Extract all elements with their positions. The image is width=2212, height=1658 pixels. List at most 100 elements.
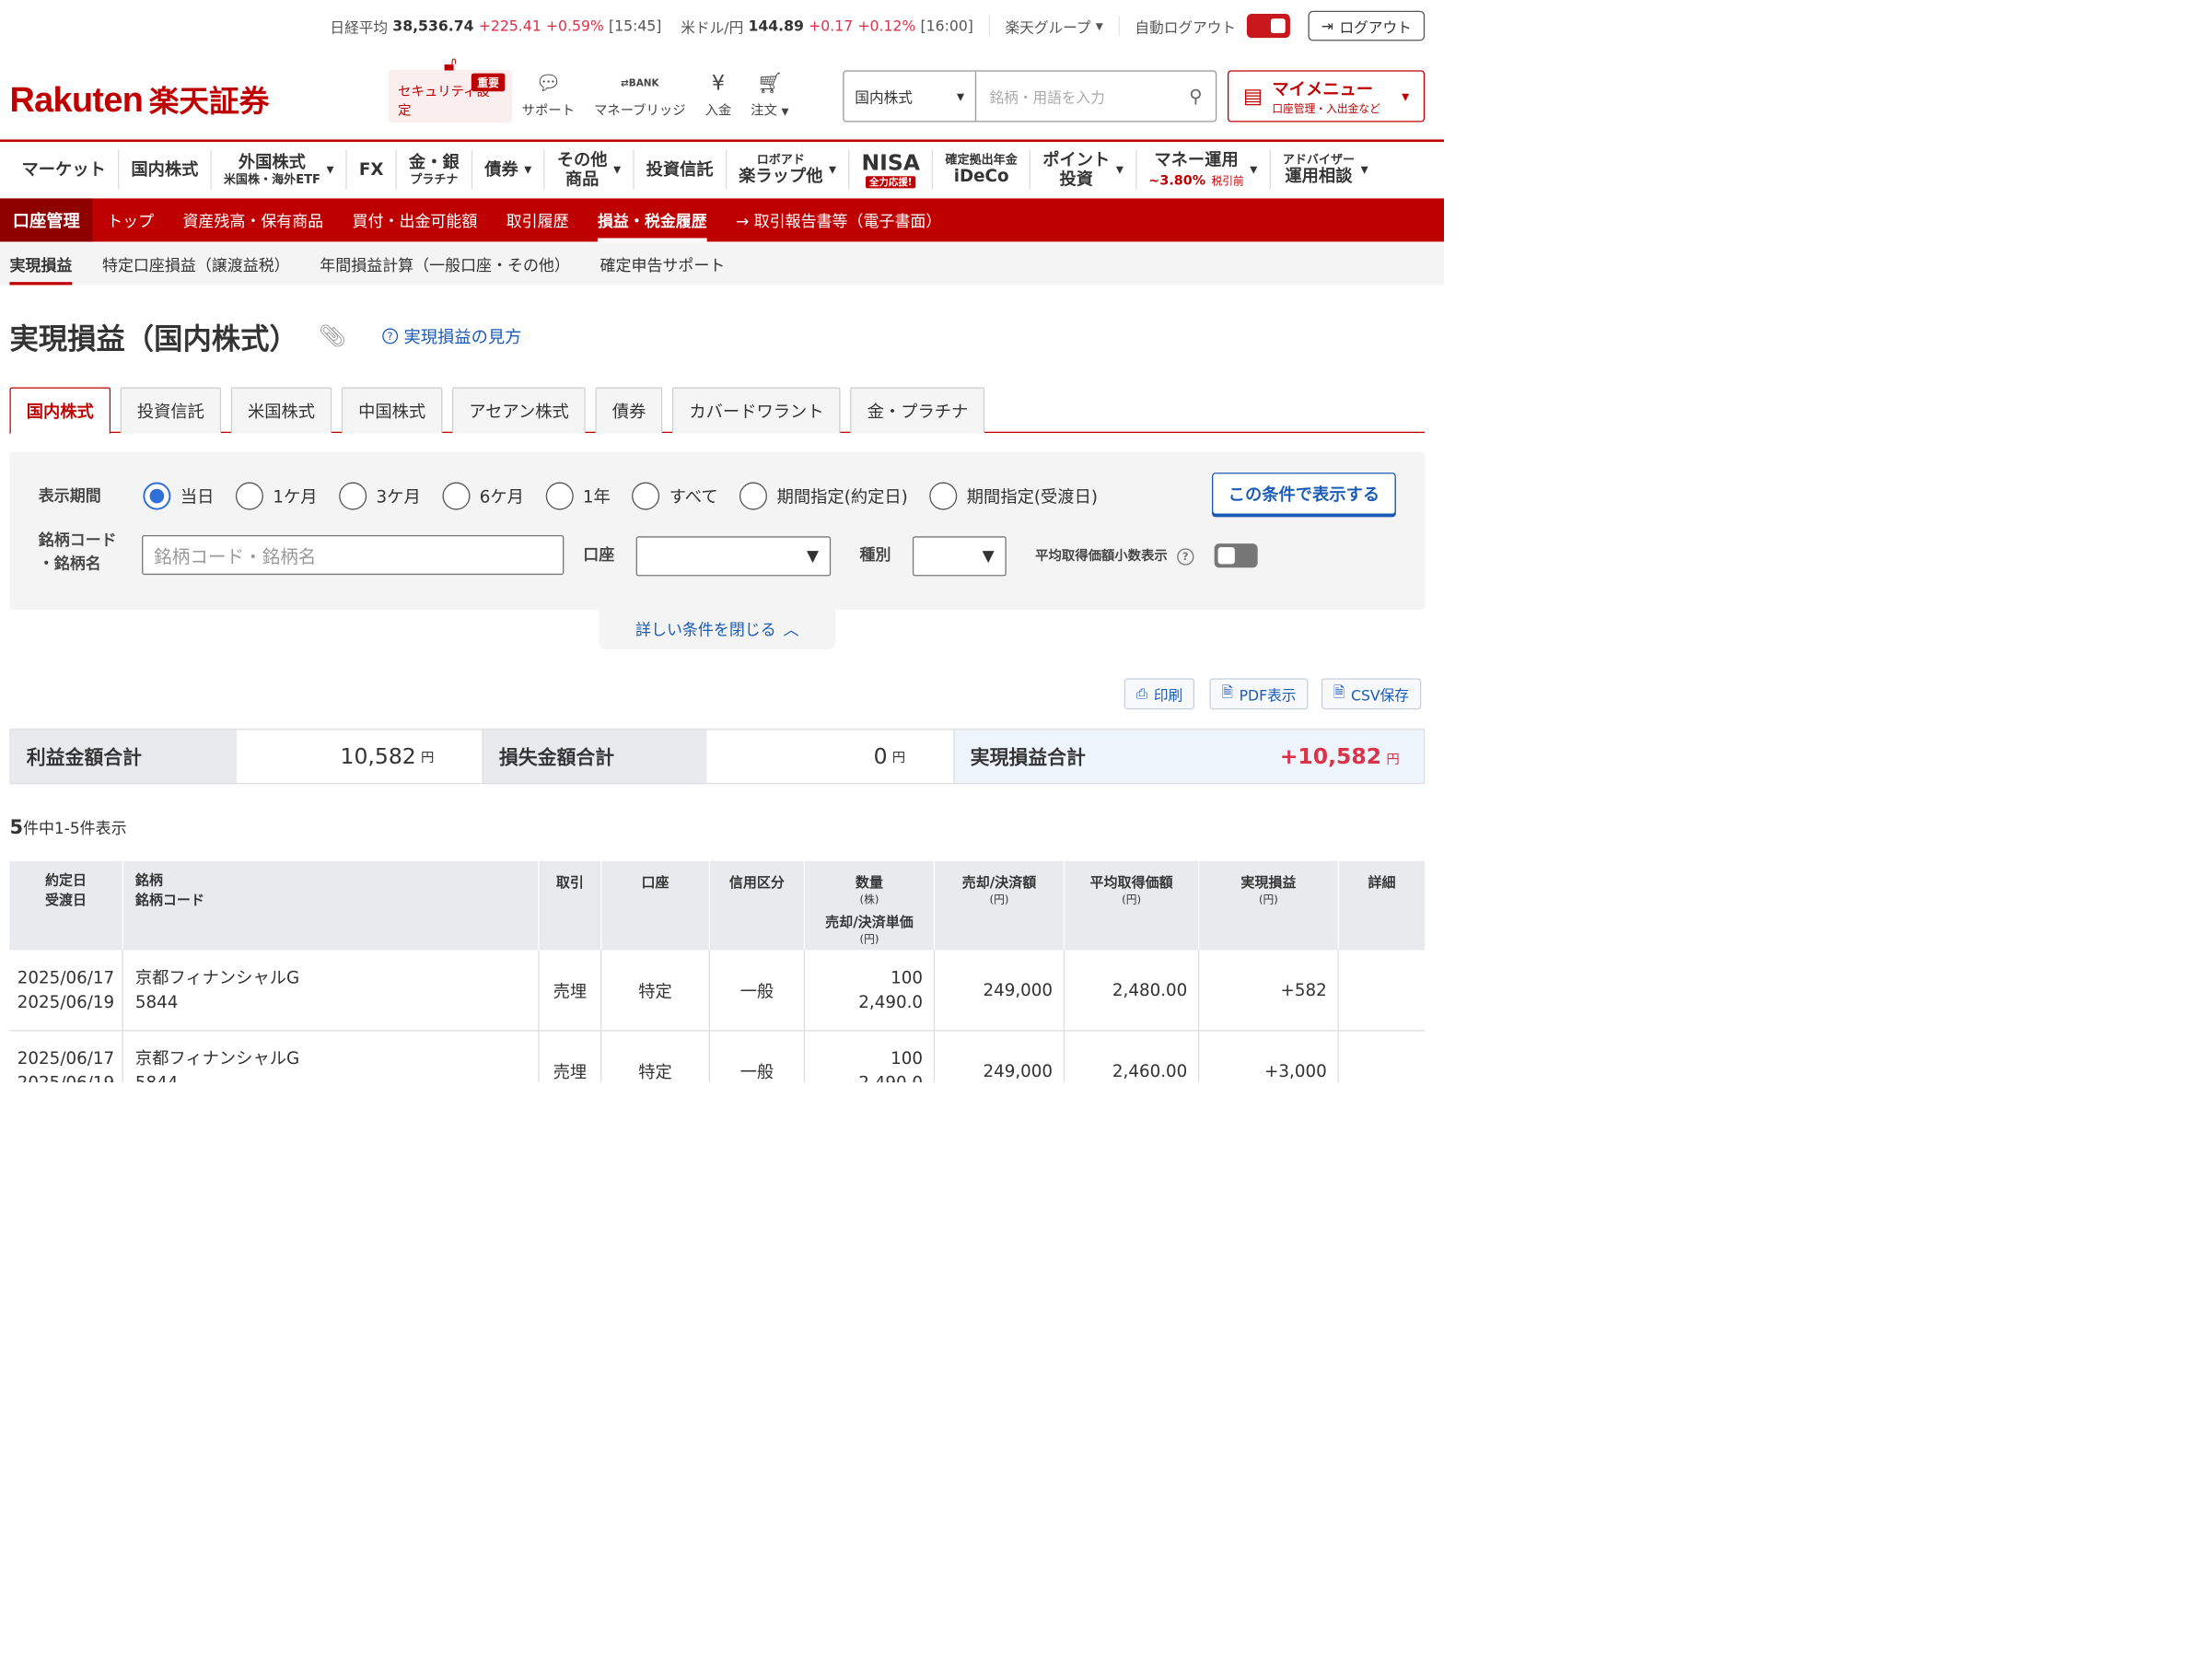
- stock-name[interactable]: 京都フィナンシャルG: [135, 967, 299, 987]
- stock-name[interactable]: 京都フィナンシャルG: [135, 1048, 299, 1068]
- account-nav-history[interactable]: 取引履歴: [492, 198, 583, 241]
- account-nav-buying-power[interactable]: 買付・出金可能額: [338, 198, 492, 241]
- nav-adviser[interactable]: アドバイザー 運用相談 ▼: [1271, 150, 1380, 190]
- nav-fx[interactable]: FX: [347, 149, 397, 190]
- support-label: サポート: [521, 103, 576, 119]
- tab-funds[interactable]: 投資信託: [120, 387, 222, 434]
- help-icon[interactable]: ?: [1176, 548, 1194, 566]
- period-radio-settle-date[interactable]: 期間指定(受渡日): [929, 482, 1098, 510]
- col-pl-label: 実現損益: [1240, 874, 1297, 891]
- period-radio-1y[interactable]: 1年: [545, 482, 611, 510]
- nav-ideco[interactable]: 確定拠出年金 iDeCo: [933, 149, 1031, 190]
- radio-icon: [632, 482, 660, 510]
- loss-total-value: 0: [873, 743, 888, 769]
- caret-down-icon: ▼: [1095, 19, 1103, 32]
- tab-china-stocks[interactable]: 中国株式: [341, 387, 443, 434]
- tab-gold-platinum[interactable]: 金・プラチナ: [850, 387, 985, 434]
- search-placeholder: 銘柄・用語を入力: [989, 88, 1105, 107]
- nav-robo-advisor[interactable]: ロボアド 楽ラップ他 ▼: [727, 149, 850, 190]
- stock-code-input[interactable]: 銘柄コード・銘柄名: [142, 534, 565, 576]
- nav-other-products[interactable]: その他 商品 ▼: [545, 149, 634, 190]
- tab-domestic-stocks[interactable]: 国内株式: [9, 387, 111, 435]
- nav-bonds[interactable]: 債券 ▼: [472, 149, 545, 190]
- nav-point-label: ポイント: [1042, 149, 1111, 169]
- market-select[interactable]: 国内株式 ▼: [844, 71, 977, 122]
- detail-cell: [1337, 950, 1426, 1032]
- amount-cell: 249,000: [933, 950, 1065, 1032]
- col-avg-label: 平均取得価額: [1089, 874, 1173, 891]
- tab-asean-stocks[interactable]: アセアン株式: [451, 387, 587, 434]
- tab-bonds[interactable]: 債券: [595, 387, 663, 434]
- col-trade: 取引: [538, 860, 601, 951]
- sub-tabs: 実現損益 特定口座損益（譲渡益税） 年間損益計算（一般口座・その他） 確定申告サ…: [0, 242, 1445, 286]
- collapse-conditions-button[interactable]: 詳しい条件を閉じる ︿: [599, 607, 836, 650]
- radio-icon: [339, 482, 367, 510]
- caret-down-icon: ▼: [807, 547, 820, 566]
- period-radio-all[interactable]: すべて: [632, 482, 718, 510]
- credit-cell: 一般: [708, 950, 805, 1032]
- caret-down-icon: ▼: [1250, 163, 1258, 175]
- subtab-annual-calc[interactable]: 年間損益計算（一般口座・その他）: [320, 243, 570, 286]
- col-qty-label: 数量: [855, 874, 883, 891]
- radio-icon: [442, 482, 471, 510]
- nav-market[interactable]: マーケット: [9, 149, 120, 190]
- logout-button[interactable]: ⇥ ログアウト: [1308, 10, 1426, 41]
- search-icon[interactable]: ⚲: [1189, 86, 1202, 107]
- period-radio-trade-date[interactable]: 期間指定(約定日): [739, 482, 908, 510]
- nav-point-invest[interactable]: ポイント 投資 ▼: [1030, 149, 1137, 190]
- nav-nisa[interactable]: NISA 全力応援!: [849, 149, 934, 190]
- deposit-button[interactable]: ¥ 入金: [695, 70, 741, 123]
- tab-covered-warrant[interactable]: カバードワラント: [672, 387, 841, 434]
- search-input[interactable]: 銘柄・用語を入力 ⚲: [976, 72, 1216, 122]
- period-label: 表示期間: [38, 486, 101, 506]
- account-nav: 口座管理 トップ 資産残高・保有商品 買付・出金可能額 取引履歴 損益・税金履歴…: [0, 198, 1445, 242]
- account-nav-top[interactable]: トップ: [93, 198, 169, 241]
- nav-foreign-stocks[interactable]: 外国株式 米国株・海外ETF ▼: [212, 149, 347, 190]
- result-count-total: 5: [9, 815, 23, 839]
- period-radio-1m[interactable]: 1ケ月: [235, 482, 318, 510]
- support-button[interactable]: 💬︎ サポート: [512, 70, 584, 123]
- moneybridge-button[interactable]: ⇄BANK マネーブリッジ: [585, 70, 696, 123]
- account-nav-assets[interactable]: 資産残高・保有商品: [169, 198, 338, 241]
- account-nav-pl-tax[interactable]: 損益・税金履歴: [583, 198, 721, 242]
- tab-us-stocks[interactable]: 米国株式: [230, 387, 332, 434]
- nav-money-management[interactable]: マネー運用 ~3.80% 税引前 ▼: [1136, 149, 1271, 190]
- group-dropdown[interactable]: 楽天グループ ▼: [995, 16, 1112, 37]
- avg-cell: 2,460.00: [1063, 1030, 1199, 1083]
- account-nav-label[interactable]: 口座管理: [0, 198, 93, 242]
- nav-gold[interactable]: 金・銀 プラチナ: [397, 149, 473, 190]
- period-radio-today[interactable]: 当日: [143, 482, 214, 510]
- paperclip-icon[interactable]: 📎︎: [319, 323, 346, 349]
- autologout-label: 自動ログアウト: [1135, 18, 1237, 36]
- type-label: 種別: [859, 545, 891, 565]
- stock-code-placeholder: 銘柄コード・銘柄名: [154, 546, 317, 568]
- subtab-realized-pl[interactable]: 実現損益: [9, 243, 73, 286]
- csv-button[interactable]: 🗎︎ CSV保存: [1321, 678, 1422, 710]
- print-button[interactable]: ⎙ 印刷: [1123, 678, 1195, 710]
- type-select[interactable]: ▼: [912, 536, 1007, 577]
- table-row: 2025/06/17 2025/06/19 京都フィナンシャルG 5844 売埋 特…: [9, 950, 1426, 1032]
- account-select[interactable]: ▼: [635, 536, 832, 577]
- subtab-tax-return[interactable]: 確定申告サポート: [600, 243, 726, 286]
- chevron-up-icon: ︿: [783, 621, 799, 639]
- rakuten-logo[interactable]: Rakuten 楽天証券: [9, 77, 269, 121]
- my-menu-button[interactable]: ▤ マイメニュー 口座管理・入出金など ▼: [1228, 70, 1426, 123]
- autologout-toggle[interactable]: [1246, 14, 1290, 39]
- period-radio-3m[interactable]: 3ケ月: [339, 482, 421, 510]
- account-nav-reports[interactable]: → 取引報告書等（電子書面）: [721, 198, 956, 241]
- pdf-button[interactable]: 🗎︎ PDF表示: [1209, 678, 1309, 710]
- nav-bonds-label: 債券: [484, 158, 518, 180]
- subtab-specific-account[interactable]: 特定口座損益（譲渡益税）: [102, 243, 290, 286]
- apply-filter-button[interactable]: この条件で表示する: [1212, 473, 1396, 515]
- date-cell: 2025/06/17 2025/06/19: [9, 1030, 123, 1083]
- period-radio-6m[interactable]: 6ケ月: [442, 482, 524, 510]
- security-settings-button[interactable]: 重要 🔓︎ セキュリティ設定: [388, 52, 513, 123]
- nav-domestic-stocks[interactable]: 国内株式: [119, 149, 212, 190]
- decimal-toggle[interactable]: [1214, 543, 1258, 568]
- nav-robo-label: ロボアド: [756, 152, 805, 168]
- nav-funds[interactable]: 投資信託: [634, 149, 728, 190]
- howto-link[interactable]: ? 実現損益の見方: [381, 324, 521, 348]
- order-button[interactable]: 🛒︎ 注文 ▼: [741, 70, 798, 123]
- chat-icon: 💬︎: [535, 71, 562, 96]
- pdf-icon: 🗎︎: [1221, 683, 1234, 701]
